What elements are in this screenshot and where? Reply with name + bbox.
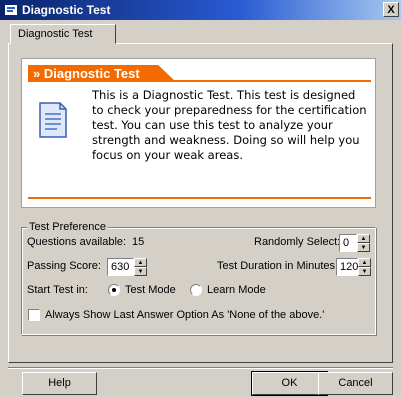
cancel-button[interactable]: Cancel: [318, 372, 393, 395]
duration-stepper[interactable]: 120 ▲ ▼: [336, 258, 371, 276]
test-preference-group: Test Preference Questions available: 15 …: [21, 221, 376, 335]
passing-score-label: Passing Score:: [27, 260, 101, 272]
duration-arrows: ▲ ▼: [358, 258, 371, 276]
duration-value: 120: [340, 261, 359, 273]
ok-button[interactable]: OK: [251, 371, 328, 396]
always-show-label[interactable]: Always Show Last Answer Option As 'None …: [45, 309, 324, 321]
down-arrow-icon[interactable]: ▼: [358, 267, 371, 276]
start-test-label: Start Test in:: [27, 284, 88, 296]
info-header-bar: » Diagnostic Test: [28, 65, 371, 82]
randomly-select-stepper[interactable]: 0 ▲ ▼: [339, 234, 370, 252]
window-title: Diagnostic Test: [22, 3, 111, 17]
button-separator: [8, 367, 393, 369]
down-arrow-icon[interactable]: ▼: [134, 267, 147, 276]
test-mode-radio[interactable]: [108, 284, 120, 296]
info-bottom-rule: [28, 197, 371, 199]
randomly-select-label: Randomly Select:: [254, 236, 341, 248]
questions-available-label: Questions available:: [27, 236, 127, 248]
learn-mode-label[interactable]: Learn Mode: [207, 284, 266, 296]
up-arrow-icon[interactable]: ▲: [358, 258, 371, 267]
learn-mode-radio[interactable]: [190, 284, 202, 296]
always-show-checkbox[interactable]: [28, 309, 40, 321]
up-arrow-icon[interactable]: ▲: [357, 234, 370, 243]
close-button[interactable]: X: [383, 2, 399, 17]
info-heading: » Diagnostic Test: [28, 65, 176, 82]
help-button[interactable]: Help: [22, 372, 97, 395]
passing-score-stepper[interactable]: 630 ▲ ▼: [107, 258, 147, 276]
diagnostic-test-dialog: Diagnostic Test X Diagnostic Test » Diag…: [0, 0, 401, 397]
down-arrow-icon[interactable]: ▼: [357, 243, 370, 252]
passing-score-value: 630: [111, 261, 130, 273]
info-description: This is a Diagnostic Test. This test is …: [92, 88, 367, 162]
up-arrow-icon[interactable]: ▲: [134, 258, 147, 267]
tab-panel: » Diagnostic Test This is a Diagnostic T…: [8, 43, 393, 363]
title-bar[interactable]: Diagnostic Test X: [0, 0, 401, 20]
test-mode-label[interactable]: Test Mode: [125, 284, 176, 296]
app-icon: [5, 5, 17, 15]
info-box: » Diagnostic Test This is a Diagnostic T…: [21, 58, 376, 208]
document-icon: [39, 102, 67, 138]
randomly-select-arrows: ▲ ▼: [357, 234, 370, 252]
group-legend: Test Preference: [27, 221, 109, 233]
tab-diagnostic-test[interactable]: Diagnostic Test: [10, 24, 116, 44]
questions-available-value: 15: [132, 236, 145, 248]
duration-label: Test Duration in Minutes:: [217, 260, 339, 272]
passing-score-arrows: ▲ ▼: [134, 258, 147, 276]
randomly-select-value: 0: [343, 237, 350, 249]
